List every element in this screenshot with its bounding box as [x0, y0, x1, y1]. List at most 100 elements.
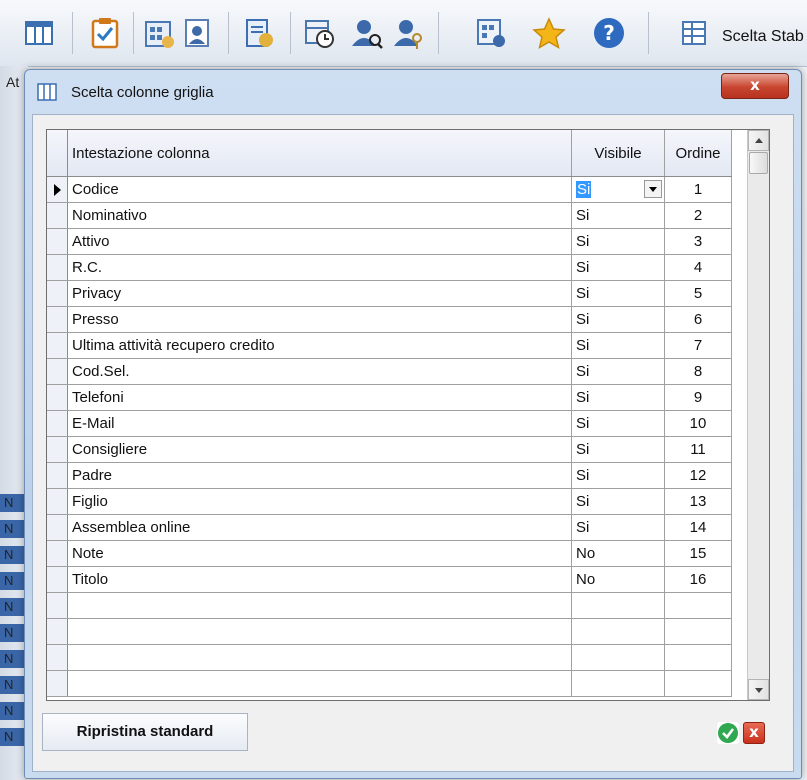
cell-intestazione[interactable]: Cod.Sel. — [67, 358, 572, 385]
cell-visibile[interactable]: Si — [571, 254, 665, 281]
row-selector[interactable] — [47, 540, 68, 567]
header-visibile[interactable]: Visibile — [571, 130, 665, 177]
row-selector[interactable] — [47, 462, 68, 489]
reset-standard-button[interactable]: Ripristina standard — [42, 713, 248, 751]
cell-ordine[interactable]: 1 — [664, 176, 732, 203]
grid-row[interactable]: R.C. Si 4 — [47, 254, 732, 281]
cell-intestazione[interactable]: Privacy — [67, 280, 572, 307]
cell-visibile[interactable]: Si — [571, 332, 665, 359]
row-selector[interactable] — [47, 306, 68, 333]
grid-row[interactable]: Note No 15 — [47, 540, 732, 567]
cell-intestazione[interactable]: R.C. — [67, 254, 572, 281]
grid-row[interactable] — [47, 592, 732, 619]
row-selector[interactable] — [47, 514, 68, 541]
grid-row[interactable]: Telefoni Si 9 — [47, 384, 732, 411]
row-selector[interactable] — [47, 592, 68, 619]
help-icon[interactable]: ? — [592, 16, 626, 50]
grid-row[interactable]: Privacy Si 5 — [47, 280, 732, 307]
cell-visibile[interactable]: Si — [571, 228, 665, 255]
row-selector[interactable] — [47, 670, 68, 697]
cell-intestazione[interactable]: E-Mail — [67, 410, 572, 437]
row-selector[interactable] — [47, 176, 68, 203]
visibile-value[interactable]: Si — [576, 181, 592, 198]
cell-ordine[interactable] — [664, 670, 732, 697]
cell-ordine[interactable]: 2 — [664, 202, 732, 229]
close-button[interactable]: x — [721, 73, 789, 99]
grid-row[interactable]: Ultima attività recupero credito Si 7 — [47, 332, 732, 359]
cell-visibile[interactable]: Si — [571, 410, 665, 437]
grid-row[interactable]: Consigliere Si 11 — [47, 436, 732, 463]
grid-row[interactable]: Attivo Si 3 — [47, 228, 732, 255]
grid-row[interactable]: Assemblea online Si 14 — [47, 514, 732, 541]
row-selector[interactable] — [47, 254, 68, 281]
star-icon[interactable] — [532, 16, 566, 50]
cell-visibile[interactable]: Si — [571, 202, 665, 229]
calendar-grid-icon[interactable] — [142, 16, 176, 50]
cell-ordine[interactable]: 12 — [664, 462, 732, 489]
cell-visibile[interactable]: Si — [571, 384, 665, 411]
grid-row[interactable]: Padre Si 12 — [47, 462, 732, 489]
cell-ordine[interactable]: 9 — [664, 384, 732, 411]
row-selector[interactable] — [47, 566, 68, 593]
cancel-x-icon[interactable]: x — [743, 722, 765, 744]
header-ordine[interactable]: Ordine — [664, 130, 732, 177]
grid-columns-icon[interactable] — [22, 16, 56, 50]
cell-ordine[interactable]: 13 — [664, 488, 732, 515]
grid-row[interactable]: Nominativo Si 2 — [47, 202, 732, 229]
cell-intestazione[interactable]: Titolo — [67, 566, 572, 593]
grid-row[interactable]: Codice Si 1 — [47, 176, 732, 203]
table-settings-icon[interactable] — [678, 16, 712, 50]
columns-grid[interactable]: Intestazione colonna Visibile Ordine Cod… — [46, 129, 770, 701]
scelta-stab-button[interactable]: Scelta Stab — [722, 28, 804, 46]
grid-row[interactable]: E-Mail Si 10 — [47, 410, 732, 437]
cell-intestazione[interactable]: Padre — [67, 462, 572, 489]
calendar-clock-icon[interactable] — [302, 16, 336, 50]
cell-ordine[interactable]: 7 — [664, 332, 732, 359]
row-selector[interactable] — [47, 644, 68, 671]
cell-intestazione[interactable]: Telefoni — [67, 384, 572, 411]
grid-user-icon[interactable] — [474, 16, 508, 50]
row-selector[interactable] — [47, 332, 68, 359]
cell-intestazione[interactable]: Assemblea online — [67, 514, 572, 541]
cell-ordine[interactable]: 16 — [664, 566, 732, 593]
grid-row[interactable]: Cod.Sel. Si 8 — [47, 358, 732, 385]
row-selector[interactable] — [47, 410, 68, 437]
cell-visibile[interactable]: Si — [571, 462, 665, 489]
user-search-icon[interactable] — [350, 16, 384, 50]
header-intestazione[interactable]: Intestazione colonna — [67, 130, 572, 177]
grid-row[interactable]: Titolo No 16 — [47, 566, 732, 593]
user-key-icon[interactable] — [392, 16, 426, 50]
vertical-scrollbar[interactable] — [747, 130, 769, 700]
cell-visibile[interactable]: Si — [571, 306, 665, 333]
row-selector[interactable] — [47, 618, 68, 645]
cell-visibile[interactable]: Si — [571, 358, 665, 385]
grid-row[interactable] — [47, 618, 732, 645]
confirm-check-icon[interactable] — [717, 722, 739, 744]
scroll-thumb[interactable] — [749, 152, 768, 174]
row-selector[interactable] — [47, 436, 68, 463]
cell-intestazione[interactable]: Ultima attività recupero credito — [67, 332, 572, 359]
grid-row[interactable]: Figlio Si 13 — [47, 488, 732, 515]
cell-intestazione[interactable]: Figlio — [67, 488, 572, 515]
cell-ordine[interactable]: 8 — [664, 358, 732, 385]
ledger-icon[interactable] — [242, 16, 276, 50]
chevron-down-icon[interactable] — [644, 180, 662, 198]
row-selector[interactable] — [47, 228, 68, 255]
cell-visibile[interactable]: No — [571, 540, 665, 567]
cell-ordine[interactable]: 5 — [664, 280, 732, 307]
grid-row[interactable] — [47, 670, 732, 697]
checklist-icon[interactable] — [88, 16, 122, 50]
cell-intestazione[interactable]: Codice — [67, 176, 572, 203]
cell-visibile[interactable] — [571, 618, 665, 645]
cell-ordine[interactable]: 3 — [664, 228, 732, 255]
row-selector[interactable] — [47, 358, 68, 385]
cell-ordine[interactable]: 6 — [664, 306, 732, 333]
cell-ordine[interactable] — [664, 618, 732, 645]
cell-ordine[interactable] — [664, 592, 732, 619]
cell-intestazione[interactable]: Note — [67, 540, 572, 567]
cell-ordine[interactable]: 15 — [664, 540, 732, 567]
cell-ordine[interactable]: 11 — [664, 436, 732, 463]
cell-ordine[interactable]: 10 — [664, 410, 732, 437]
cell-visibile[interactable]: Si — [571, 280, 665, 307]
cell-visibile[interactable]: No — [571, 566, 665, 593]
